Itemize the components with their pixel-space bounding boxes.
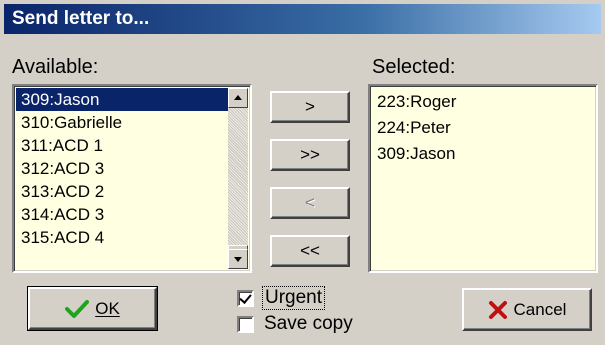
ok-label: OK — [95, 298, 120, 318]
selected-listbox[interactable]: 223:Roger 224:Peter 309:Jason — [368, 84, 598, 273]
list-item[interactable]: 313:ACD 2 — [16, 180, 228, 203]
scroll-up-button[interactable] — [228, 88, 248, 108]
dialog-title: Send letter to... — [4, 4, 601, 34]
scroll-up-arrow-icon — [234, 95, 242, 100]
urgent-checkbox[interactable] — [237, 289, 254, 307]
add-all-button[interactable]: >> — [270, 139, 350, 171]
remove-all-button[interactable]: << — [270, 235, 350, 267]
available-listbox[interactable]: 309:Jason 310:Gabrielle 311:ACD 1 312:AC… — [12, 84, 252, 273]
x-icon — [488, 300, 507, 319]
list-item[interactable]: 311:ACD 1 — [16, 134, 228, 157]
ok-button[interactable]: OK — [27, 286, 158, 331]
save-copy-label: Save copy — [264, 313, 353, 334]
available-scrollbar[interactable] — [228, 88, 248, 269]
cancel-label: Cancel — [513, 299, 567, 319]
list-item[interactable]: 314:ACD 3 — [16, 203, 228, 226]
list-item[interactable]: 315:ACD 4 — [16, 226, 228, 249]
list-item[interactable]: 312:ACD 3 — [16, 157, 228, 180]
save-copy-option[interactable]: Save copy — [237, 313, 355, 335]
list-item[interactable]: 223:Roger — [372, 89, 594, 115]
add-button[interactable]: > — [270, 91, 350, 123]
list-item[interactable]: 309:Jason — [372, 141, 594, 167]
urgent-option[interactable]: Urgent — [237, 286, 326, 310]
checkmark-icon — [239, 290, 252, 304]
urgent-label: Urgent — [262, 286, 326, 310]
check-icon — [65, 299, 90, 318]
list-item[interactable]: 224:Peter — [372, 115, 594, 141]
list-item[interactable]: 309:Jason — [16, 88, 228, 111]
available-label: Available: — [12, 56, 99, 78]
scroll-down-button[interactable] — [228, 249, 248, 269]
selected-label: Selected: — [372, 56, 456, 78]
scroll-down-arrow-icon — [234, 257, 242, 262]
remove-button[interactable]: < — [270, 187, 350, 219]
save-copy-checkbox[interactable] — [237, 315, 254, 333]
cancel-button[interactable]: Cancel — [462, 288, 592, 331]
list-item[interactable]: 310:Gabrielle — [16, 111, 228, 134]
